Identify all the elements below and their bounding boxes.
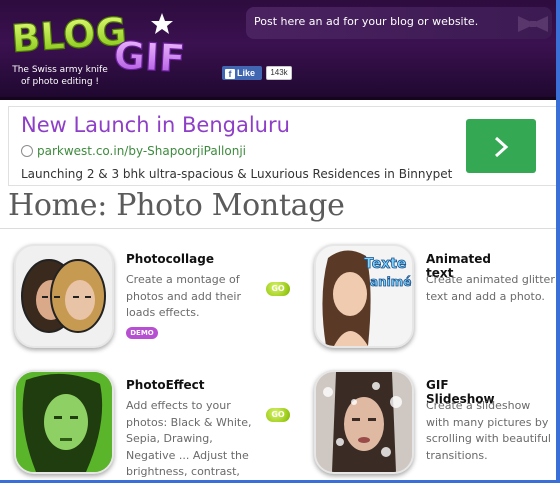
ad-go-button[interactable] [466,119,536,173]
ad-headline[interactable]: New Launch in Bengaluru [21,113,290,137]
facebook-like-label: Like [237,68,256,78]
photoeffect-image [16,372,112,472]
tagline: The Swiss army knife of photo editing ! [12,65,108,87]
thumbnail-texte-text: Texte [364,256,406,272]
logo-gif-text: GIF [113,33,187,76]
window-frame-right [556,0,560,483]
facebook-like-count: 143k [266,66,292,80]
tool-description: Create animated glitter text and add a p… [426,273,555,303]
star-icon [151,13,173,34]
site-header: BLOG GIF The Swiss army knife of photo e… [0,0,560,100]
facebook-icon: f [225,69,235,79]
sponsored-ad[interactable]: New Launch in Bengaluru parkwest.co.in/b… [8,106,560,186]
bowtie-icon [518,16,548,32]
tool-title[interactable]: PhotoEffect [126,378,204,392]
header-ad-text: Post here an ad for your blog or website… [254,15,479,28]
thumbnail-anime-text: animé [370,275,411,289]
tool-description: Create a montage of photos and add their… [126,273,241,319]
divider [0,228,560,229]
collage-faces-image [21,259,106,333]
ad-url-text: parkwest.co.in/by-ShapoorjiPallonji [37,144,246,158]
photoeffect-thumbnail[interactable] [14,370,114,474]
globe-icon [21,145,33,157]
animated-text-image: Texte animé [322,250,412,346]
gif-slideshow-thumbnail[interactable] [314,370,414,474]
tool-description: Add effects to your photos: Black & Whit… [126,399,252,483]
go-button[interactable]: GO [266,408,290,422]
demo-badge[interactable]: DEMO [126,327,158,339]
facebook-like-button[interactable]: f Like [222,66,262,80]
chevron-right-icon [494,136,509,158]
ad-url[interactable]: parkwest.co.in/by-ShapoorjiPallonji [21,144,246,158]
slideshow-image [316,372,412,472]
ad-description: Launching 2 & 3 bhk ultra-spacious & Lux… [21,167,453,181]
header-ad-box[interactable]: Post here an ad for your blog or website… [246,7,552,39]
page-title: Home: Photo Montage [8,188,345,223]
photocollage-thumbnail[interactable] [14,244,114,348]
tool-title[interactable]: Photocollage [126,252,214,266]
tool-description: Create a slideshow with many pictures by… [426,399,551,462]
go-button[interactable]: GO [266,282,290,296]
animated-text-thumbnail[interactable]: Texte animé [314,244,414,348]
logo-blog-text: BLOG [10,9,128,61]
